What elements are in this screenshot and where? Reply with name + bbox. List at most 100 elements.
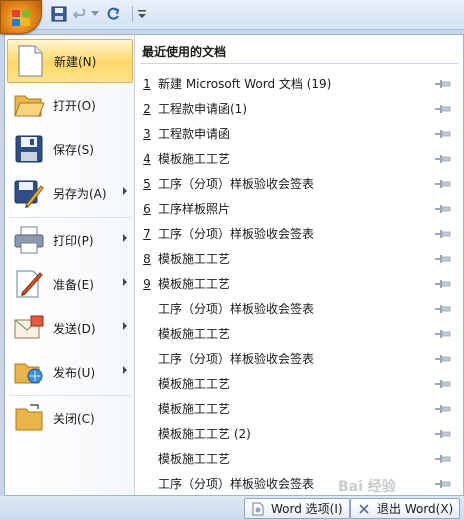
recent-document-number: 5: [143, 176, 151, 191]
recent-document-item[interactable]: 5 工序（分项）样板验收会签表: [136, 171, 463, 196]
redo-icon[interactable]: [104, 5, 122, 23]
recent-document-item[interactable]: 1 新建 Microsoft Word 文档 (19): [136, 71, 463, 96]
recent-document-item[interactable]: 工序（分项）样板验收会签表: [136, 296, 463, 321]
menu-item-new[interactable]: 新建(N): [7, 39, 133, 83]
recent-document-item[interactable]: 6 工序样板照片: [136, 196, 463, 221]
recent-document-item[interactable]: 模板施工工艺: [136, 321, 463, 346]
quick-access-toolbar: [0, 0, 464, 30]
recent-document-item[interactable]: 模板施工工艺: [136, 446, 463, 471]
recent-document-name: 模板施工工艺: [158, 152, 231, 166]
pin-icon[interactable]: [433, 78, 453, 90]
recent-document-number: 2: [143, 101, 151, 116]
recent-document-name: 工程款申请函(1): [158, 102, 247, 116]
submenu-arrow-icon: [123, 322, 127, 330]
menu-commands-pane: 新建(N) 打开(O) 保存(S) 另存为(A) 打印(P) 准备(E) 发送(…: [5, 35, 135, 495]
recent-document-number: 1: [143, 76, 151, 91]
printer-icon: [11, 222, 47, 258]
submenu-arrow-icon: [123, 187, 127, 195]
recent-document-name: 模板施工工艺: [158, 252, 231, 266]
dropdown-icon[interactable]: [90, 5, 100, 23]
word-options-button[interactable]: Word 选项(I): [244, 498, 350, 519]
menu-item-label: 发布(U): [53, 365, 96, 380]
recent-document-item[interactable]: 7 工序（分项）样板验收会签表: [136, 221, 463, 246]
pin-icon[interactable]: [433, 278, 453, 290]
menu-item-label: 保存(S): [53, 142, 94, 157]
exit-word-button[interactable]: 退出 Word(X): [350, 498, 461, 519]
undo-icon[interactable]: [72, 5, 90, 23]
pin-icon[interactable]: [433, 303, 453, 315]
recent-document-item[interactable]: 模板施工工艺 (2): [136, 421, 463, 446]
open-folder-icon: [11, 87, 47, 123]
recent-document-item[interactable]: 4 模板施工工艺: [136, 146, 463, 171]
pin-icon[interactable]: [433, 453, 453, 465]
menu-bottom-bar: Word 选项(I) 退出 Word(X): [0, 496, 464, 520]
exit-word-label: 退出 Word(X): [377, 502, 454, 516]
word-options-label: Word 选项(I): [271, 502, 343, 516]
customize-qat-icon[interactable]: [136, 5, 148, 23]
recent-document-name: 模板施工工艺 (2): [158, 427, 251, 441]
menu-item-save-as[interactable]: 另存为(A): [7, 171, 133, 215]
pin-icon[interactable]: [433, 103, 453, 115]
office-logo-icon: [12, 10, 30, 26]
close-icon: [357, 502, 371, 516]
qat-separator: [132, 6, 133, 22]
menu-item-open[interactable]: 打开(O): [7, 83, 133, 127]
recent-document-item[interactable]: 9 模板施工工艺: [136, 271, 463, 296]
pin-icon[interactable]: [433, 403, 453, 415]
recent-document-name: 工程款申请函: [158, 127, 231, 141]
recent-document-name: 模板施工工艺: [158, 402, 231, 416]
pin-icon[interactable]: [433, 353, 453, 365]
menu-item-label: 关闭(C): [53, 411, 95, 426]
pin-icon[interactable]: [433, 178, 453, 190]
recent-document-item[interactable]: 3 工程款申请函: [136, 121, 463, 146]
recent-document-name: 工序样板照片: [158, 202, 231, 216]
menu-item-close[interactable]: 关闭(C): [7, 396, 133, 440]
recent-document-item[interactable]: 模板施工工艺: [136, 396, 463, 421]
pin-icon[interactable]: [433, 328, 453, 340]
pin-icon[interactable]: [433, 378, 453, 390]
watermark: Bai 经验: [338, 479, 396, 495]
save-icon[interactable]: [50, 5, 68, 23]
publish-icon: [11, 354, 47, 390]
recent-document-number: 6: [143, 201, 151, 216]
recent-document-name: 模板施工工艺: [158, 452, 231, 466]
menu-item-send[interactable]: 发送(D): [7, 306, 133, 350]
save-as-icon: [11, 175, 47, 211]
recent-document-item[interactable]: 模板施工工艺: [136, 371, 463, 396]
recent-document-number: 3: [143, 126, 151, 141]
pin-icon[interactable]: [433, 478, 453, 490]
menu-item-label: 另存为(A): [53, 186, 107, 201]
pin-icon[interactable]: [433, 253, 453, 265]
menu-item-label: 打开(O): [53, 98, 96, 113]
submenu-arrow-icon: [123, 366, 127, 374]
menu-item-print[interactable]: 打印(P): [7, 218, 133, 262]
new-document-icon: [12, 43, 48, 79]
recent-document-name: 新建 Microsoft Word 文档 (19): [158, 77, 332, 91]
menu-item-publish[interactable]: 发布(U): [7, 350, 133, 394]
recent-document-number: 7: [143, 226, 151, 241]
pin-icon[interactable]: [433, 228, 453, 240]
menu-item-label: 发送(D): [53, 321, 96, 336]
recent-document-item[interactable]: 工序（分项）样板验收会签表: [136, 346, 463, 371]
recent-document-name: 工序（分项）样板验收会签表: [158, 227, 315, 241]
menu-item-label: 准备(E): [53, 277, 94, 292]
options-document-icon: [251, 502, 265, 516]
submenu-arrow-icon: [123, 278, 127, 286]
menu-item-prepare[interactable]: 准备(E): [7, 262, 133, 306]
recent-documents-pane: 最近使用的文档 1 新建 Microsoft Word 文档 (19) 2 工程款申请…: [136, 35, 463, 495]
pin-icon[interactable]: [433, 428, 453, 440]
pin-icon[interactable]: [433, 128, 453, 140]
menu-item-label: 新建(N): [54, 54, 97, 69]
recent-document-item[interactable]: 8 模板施工工艺: [136, 246, 463, 271]
recent-document-item[interactable]: 工序（分项）样板验收会签表: [136, 471, 463, 496]
recent-title-separator: [140, 63, 458, 64]
office-menu: 新建(N) 打开(O) 保存(S) 另存为(A) 打印(P) 准备(E) 发送(…: [4, 34, 464, 496]
send-mail-icon: [11, 310, 47, 346]
recent-document-name: 工序（分项）样板验收会签表: [158, 302, 315, 316]
pin-icon[interactable]: [433, 203, 453, 215]
menu-item-save[interactable]: 保存(S): [7, 127, 133, 171]
recent-document-number: 8: [143, 251, 151, 266]
recent-documents-title: 最近使用的文档: [142, 45, 227, 59]
recent-document-item[interactable]: 2 工程款申请函(1): [136, 96, 463, 121]
pin-icon[interactable]: [433, 153, 453, 165]
